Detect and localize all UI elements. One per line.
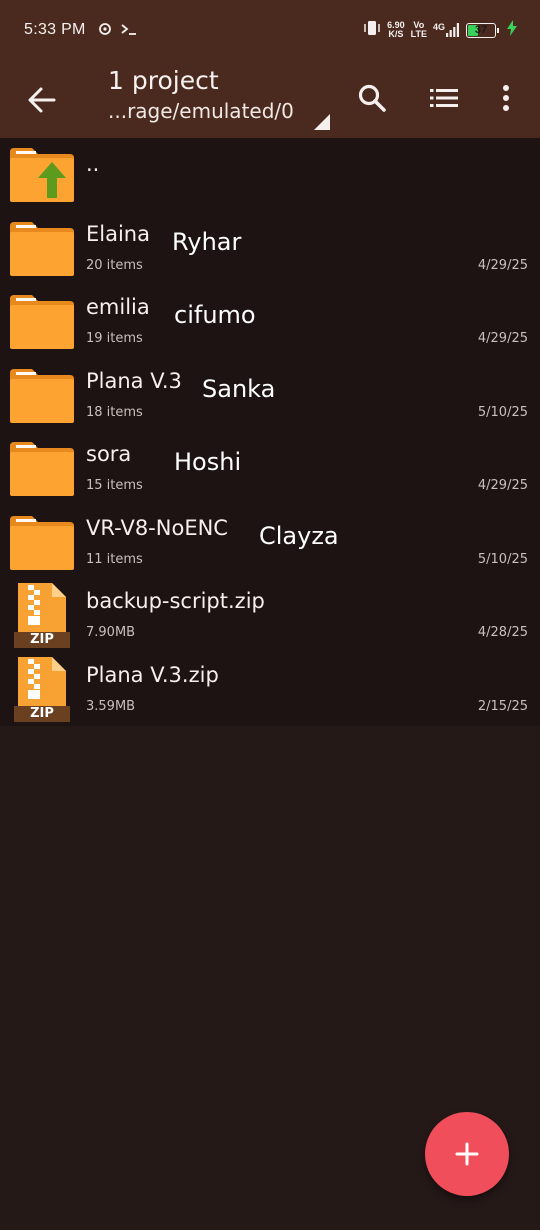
app-toolbar: 1 project ...rage/emulated/0 bbox=[0, 60, 540, 138]
file-name: VR-V8-NoENC bbox=[86, 515, 228, 540]
file-row[interactable]: VR-V8-NoENC Clayza 11 items 5/10/25 bbox=[0, 505, 540, 579]
file-date: 2/15/25 bbox=[477, 698, 528, 714]
folder-icon bbox=[8, 220, 76, 278]
file-row[interactable]: emilia cifumo 19 items 4/29/25 bbox=[0, 285, 540, 359]
file-meta: 20 items bbox=[86, 257, 143, 273]
parent-folder-icon bbox=[8, 146, 76, 204]
charging-icon bbox=[506, 20, 518, 40]
handwritten-tag: Hoshi bbox=[174, 448, 242, 476]
file-row[interactable]: ZIP Plana V.3.zip 3.59MB 2/15/25 bbox=[0, 652, 540, 726]
file-name: .. bbox=[86, 152, 100, 176]
network-type: 4G bbox=[432, 22, 445, 32]
zip-label: ZIP bbox=[14, 705, 70, 722]
parent-directory-row[interactable]: .. bbox=[0, 138, 540, 212]
battery-level: 37 bbox=[474, 24, 488, 36]
current-path: ...rage/emulated/0 bbox=[108, 99, 294, 123]
file-meta: 7.90MB bbox=[86, 625, 136, 640]
path-dropdown-icon[interactable] bbox=[314, 114, 330, 130]
network-speed: 6.90 K/S bbox=[387, 20, 405, 39]
file-row[interactable]: ZIP backup-script.zip 7.90MB 4/28/25 bbox=[0, 579, 540, 653]
handwritten-tag: cifumo bbox=[174, 301, 256, 329]
file-name: Plana V.3 bbox=[86, 368, 182, 393]
status-time: 5:33 PM bbox=[24, 21, 86, 38]
zip-file-icon: ZIP bbox=[14, 655, 70, 723]
zip-file-icon: ZIP bbox=[14, 581, 70, 649]
title-block[interactable]: 1 project ...rage/emulated/0 bbox=[108, 66, 294, 123]
file-date: 5/10/25 bbox=[477, 404, 528, 420]
back-arrow-icon[interactable] bbox=[22, 80, 62, 120]
sync-icon bbox=[98, 21, 112, 40]
add-button[interactable] bbox=[425, 1112, 509, 1196]
file-meta: 3.59MB bbox=[86, 698, 136, 714]
file-date: 4/29/25 bbox=[477, 257, 528, 273]
file-row[interactable]: sora Hoshi 15 items 4/29/25 bbox=[0, 432, 540, 506]
file-list: .. Elaina Ryhar 20 items 4/29/25 emilia cifumo… bbox=[0, 138, 540, 726]
status-bar: 5:33 PM 6.90 K/S Vo LTE 4G 37 bbox=[0, 0, 540, 60]
handwritten-tag: Sanka bbox=[202, 374, 276, 403]
list-view-icon[interactable] bbox=[426, 80, 462, 116]
file-name: emilia bbox=[86, 295, 150, 319]
file-meta: 15 items bbox=[86, 478, 143, 493]
file-row[interactable]: Elaina Ryhar 20 items 4/29/25 bbox=[0, 211, 540, 285]
more-vert-icon[interactable] bbox=[488, 80, 524, 116]
terminal-icon bbox=[120, 21, 138, 40]
folder-icon bbox=[8, 514, 76, 572]
file-name: Plana V.3.zip bbox=[86, 662, 219, 687]
search-icon[interactable] bbox=[354, 80, 390, 116]
file-meta: 11 items bbox=[86, 551, 143, 567]
folder-icon bbox=[8, 367, 76, 425]
file-name: backup-script.zip bbox=[86, 589, 265, 613]
plus-icon bbox=[455, 1142, 479, 1166]
handwritten-tag: Clayza bbox=[259, 521, 339, 550]
signal-icon bbox=[446, 23, 459, 37]
file-date: 4/29/25 bbox=[477, 478, 528, 493]
handwritten-tag: Ryhar bbox=[172, 227, 242, 256]
file-date: 4/28/25 bbox=[477, 625, 528, 640]
file-name: Elaina bbox=[86, 221, 150, 246]
page-title: 1 project bbox=[108, 66, 219, 95]
folder-icon bbox=[8, 440, 76, 498]
battery-icon: 37 bbox=[466, 22, 499, 38]
volte-indicator: Vo LTE bbox=[410, 20, 427, 39]
file-date: 4/29/25 bbox=[477, 331, 528, 346]
file-meta: 18 items bbox=[86, 404, 143, 420]
signal-indicator: 4G bbox=[433, 23, 460, 37]
file-date: 5/10/25 bbox=[477, 551, 528, 567]
file-row[interactable]: Plana V.3 Sanka 18 items 5/10/25 bbox=[0, 358, 540, 432]
vibrate-icon bbox=[363, 20, 381, 40]
zip-label: ZIP bbox=[14, 632, 70, 648]
folder-icon bbox=[8, 293, 76, 351]
file-meta: 19 items bbox=[86, 331, 143, 346]
file-name: sora bbox=[86, 442, 132, 466]
